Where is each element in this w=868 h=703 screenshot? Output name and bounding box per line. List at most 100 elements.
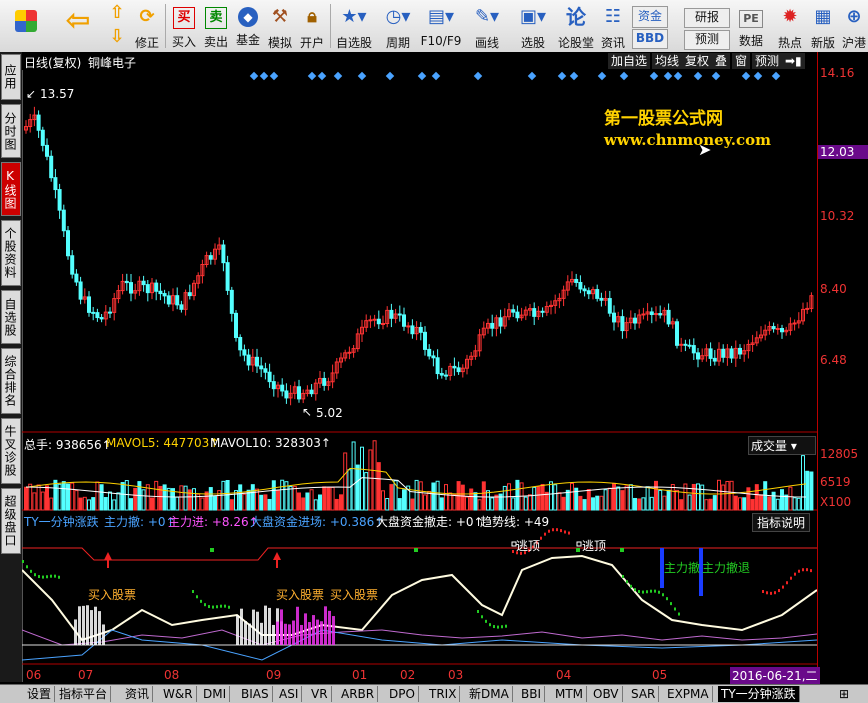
signal-diamond bbox=[557, 71, 567, 81]
tab-wr[interactable]: W&R bbox=[160, 686, 197, 702]
volume-bar bbox=[477, 499, 482, 511]
watchlist-button[interactable]: ★▾ 自选股 bbox=[334, 2, 374, 50]
tab-vr[interactable]: VR bbox=[308, 686, 332, 702]
signal-dot bbox=[786, 581, 788, 585]
forecast-header-button[interactable]: 预测 bbox=[752, 53, 783, 69]
volume-bar bbox=[670, 484, 675, 511]
signal-dot bbox=[540, 536, 542, 540]
watermark-url: www.chnmoney.com bbox=[604, 131, 771, 149]
volume-bar bbox=[250, 484, 255, 511]
tab-profile[interactable]: 个股资料 bbox=[1, 220, 21, 286]
signal-diamonds bbox=[249, 71, 781, 81]
candle-body bbox=[452, 365, 457, 369]
research-button[interactable]: 研报 bbox=[684, 8, 730, 28]
tab-news[interactable]: 资讯 bbox=[122, 686, 154, 702]
volume-bar bbox=[309, 489, 314, 511]
draw-line-button[interactable]: ✎▾ 画线 bbox=[466, 2, 508, 50]
forum-button[interactable]: 论 论股堂 bbox=[556, 2, 596, 50]
signal-dot bbox=[642, 590, 644, 594]
f10-button[interactable]: ▤▾ F10/F9 bbox=[420, 2, 462, 50]
back-button[interactable]: ⇦ bbox=[58, 2, 98, 50]
pin-icon[interactable]: ➡▮ bbox=[782, 53, 805, 69]
tab-watchlist[interactable]: 自选股 bbox=[1, 290, 21, 344]
tab-bbi[interactable]: BBI bbox=[518, 686, 546, 702]
grid-icon bbox=[15, 10, 37, 32]
hot-button[interactable]: ✹ 热点 bbox=[774, 2, 806, 50]
current-price-tag: 12.03 bbox=[818, 145, 868, 159]
tab-asi[interactable]: ASI bbox=[276, 686, 303, 702]
volume-selector[interactable]: 成交量 ▾ bbox=[748, 436, 816, 455]
tab-obv[interactable]: OBV bbox=[590, 686, 623, 702]
sell-button[interactable]: 卖 卖出 bbox=[201, 2, 231, 50]
tab-trix[interactable]: TRIX bbox=[426, 686, 461, 702]
time-tick: 09 bbox=[266, 668, 282, 682]
tab-expma[interactable]: EXPMA bbox=[664, 686, 713, 702]
open-account-button[interactable]: 🔒︎ 开户 bbox=[297, 2, 327, 50]
chart-area[interactable] bbox=[22, 70, 817, 682]
zijin-button[interactable]: 资金 bbox=[632, 6, 668, 28]
candle-body bbox=[721, 348, 726, 358]
indicator-help-button[interactable]: 指标说明 bbox=[752, 513, 811, 532]
tab-apps[interactable]: 应用 bbox=[1, 54, 21, 100]
candle-body bbox=[620, 316, 625, 332]
up-arrow-icon bbox=[273, 552, 281, 568]
tab-super-panel[interactable]: 超级盘口 bbox=[1, 488, 21, 554]
volume-bar bbox=[74, 490, 79, 511]
volume-bar bbox=[712, 495, 717, 511]
tab-intraday[interactable]: 分时图 bbox=[1, 104, 21, 158]
volume-bar bbox=[586, 489, 591, 511]
tab-diagnosis[interactable]: 牛叉诊股 bbox=[1, 418, 21, 484]
ma-button[interactable]: 均线 bbox=[652, 53, 683, 69]
signal-dot bbox=[798, 569, 800, 573]
tab-ty-indicator[interactable]: TY一分钟涨跌 bbox=[718, 686, 800, 702]
tab-dmi[interactable]: DMI bbox=[200, 686, 231, 702]
tab-kline[interactable]: K线图 bbox=[1, 162, 21, 216]
volume-bar bbox=[313, 499, 318, 511]
tab-arbr[interactable]: ARBR bbox=[338, 686, 379, 702]
signal-dot bbox=[770, 591, 772, 595]
adjust-button[interactable]: 复权 bbox=[682, 53, 713, 69]
tab-indicator-platform[interactable]: 指标平台 bbox=[56, 686, 112, 702]
signal-dot bbox=[806, 568, 808, 572]
tab-dpo[interactable]: DPO bbox=[386, 686, 419, 702]
simulate-button[interactable]: ⚒ 模拟 bbox=[265, 2, 295, 50]
add-watchlist-button[interactable]: 加自选 bbox=[608, 53, 651, 69]
fund-icon: ◆ bbox=[238, 7, 258, 27]
tab-mtm[interactable]: MTM bbox=[552, 686, 588, 702]
bbd-button[interactable]: BBD bbox=[632, 29, 668, 49]
candle-body bbox=[108, 311, 112, 314]
tab-bias[interactable]: BIAS bbox=[238, 686, 273, 702]
new-version-button[interactable]: ▦ 新版 bbox=[808, 2, 838, 50]
tab-scroll-icon[interactable]: ⊞ bbox=[836, 686, 852, 702]
green-marker bbox=[210, 548, 214, 552]
volume-bar bbox=[347, 469, 352, 511]
candle-body bbox=[141, 280, 146, 286]
fund-button[interactable]: ◆ 基金 bbox=[233, 2, 263, 50]
volume-bar bbox=[465, 496, 469, 511]
overlay-button[interactable]: 叠 bbox=[712, 53, 731, 69]
signal-dot bbox=[810, 569, 812, 573]
big-in-value: 大盘资金进场: +0.386↑ bbox=[250, 515, 385, 529]
page-up-button[interactable]: ⇧ bbox=[104, 2, 130, 26]
signal-diamond bbox=[317, 71, 327, 81]
candle-body bbox=[45, 144, 49, 157]
period-button[interactable]: ◷▾ 周期 bbox=[378, 2, 418, 50]
data-button[interactable]: PE 数据 bbox=[734, 2, 768, 50]
volume-bar bbox=[599, 495, 604, 511]
signal-dot bbox=[544, 532, 546, 536]
left-tab-bar: 应用 分时图 K线图 个股资料 自选股 综合排名 牛叉诊股 超级盘口 bbox=[0, 52, 23, 682]
news-button[interactable]: ☷ 资讯 bbox=[598, 2, 628, 50]
window-button[interactable]: 窗 bbox=[732, 53, 751, 69]
tab-settings[interactable]: 设置 bbox=[24, 686, 56, 702]
buy-button[interactable]: 买 买入 bbox=[169, 2, 199, 50]
tab-sar[interactable]: SAR bbox=[628, 686, 660, 702]
hk-connect-button[interactable]: ⊕ 沪港 bbox=[840, 2, 868, 50]
fix-button[interactable]: ⟳ 修正 bbox=[132, 2, 162, 50]
page-down-button[interactable]: ⇩ bbox=[104, 26, 130, 50]
home-grid-button[interactable] bbox=[6, 2, 46, 50]
candle-body bbox=[57, 189, 62, 211]
forecast-button[interactable]: 预测 bbox=[684, 30, 730, 50]
tab-ranking[interactable]: 综合排名 bbox=[1, 348, 21, 414]
stock-select-button[interactable]: ▣▾ 选股 bbox=[512, 2, 554, 50]
tab-new-dma[interactable]: 新DMA bbox=[466, 686, 513, 702]
